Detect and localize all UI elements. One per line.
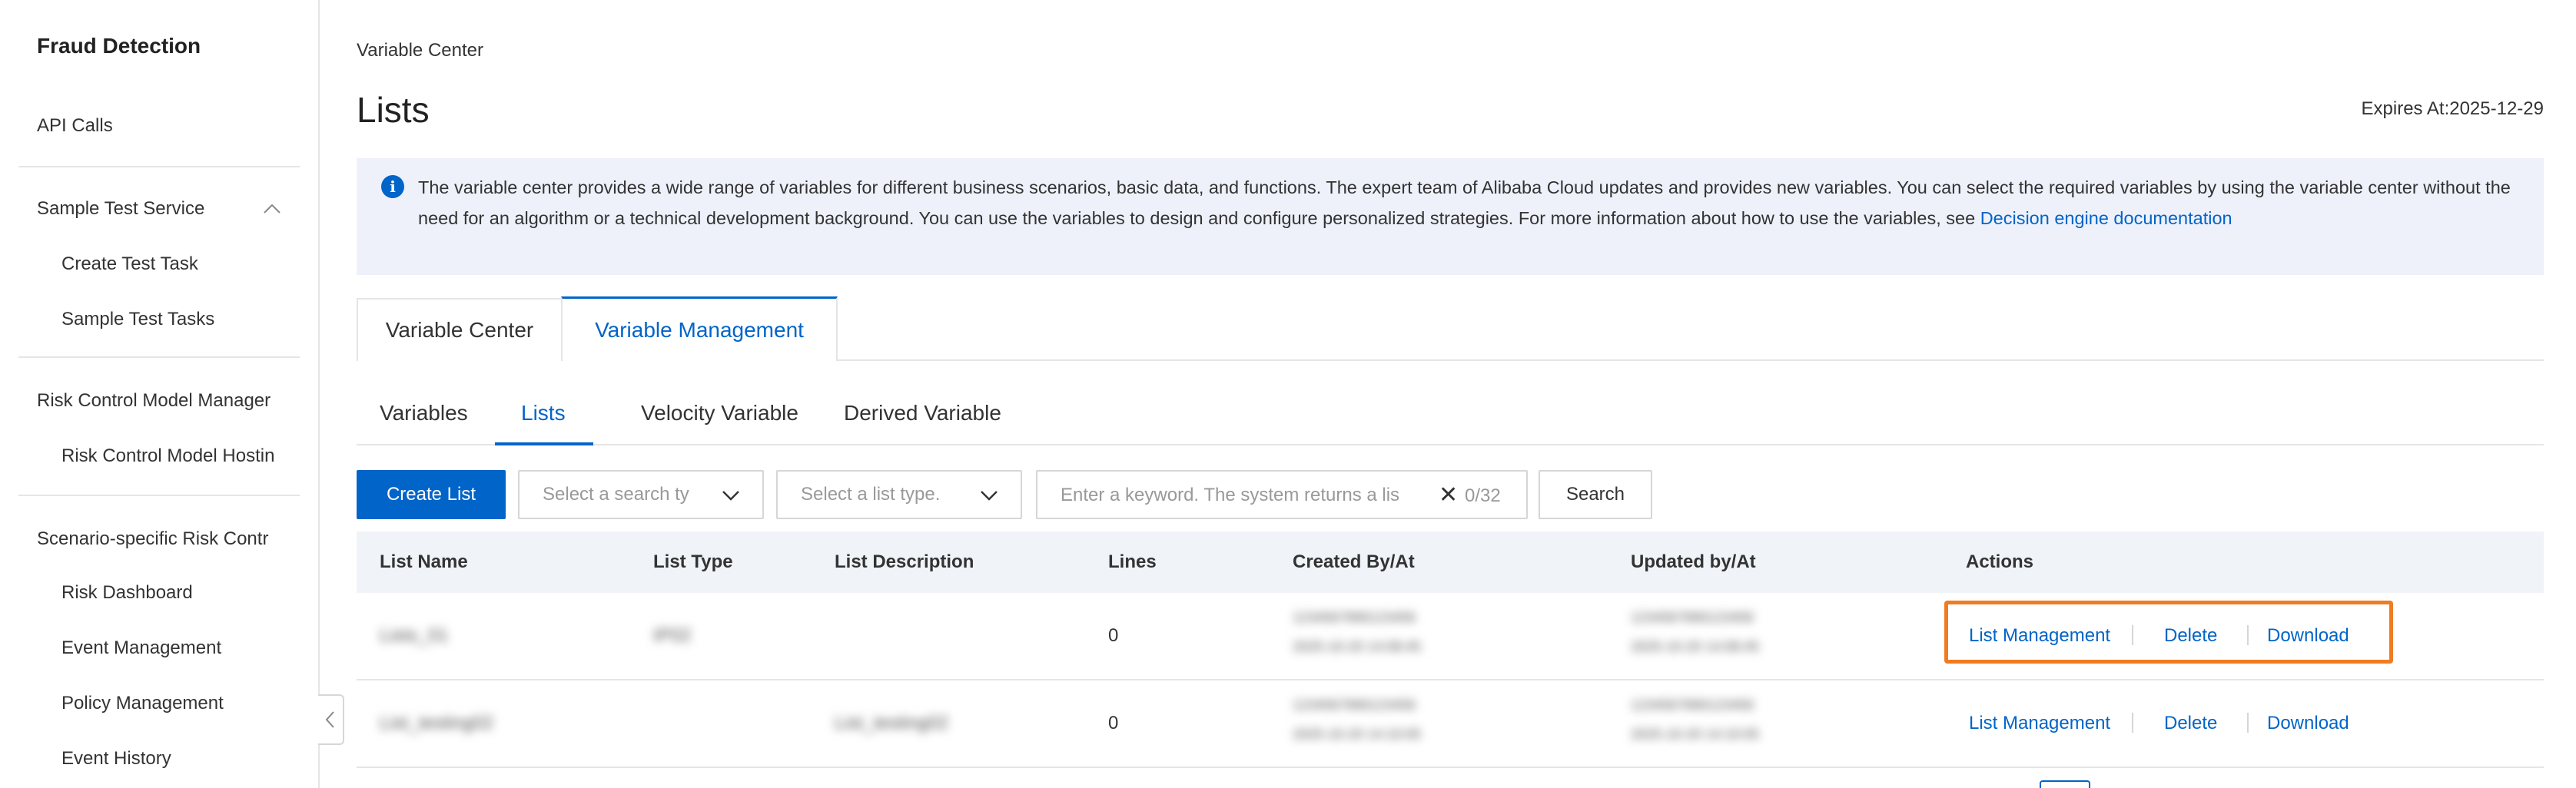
action-separator [2132,625,2133,645]
created-by-cell: 1234567890123456 [1293,697,1416,713]
keyword-char-count: 0/32 [1465,485,1501,506]
tab-variable-management[interactable]: Variable Management [561,296,838,361]
sidebar-divider [18,166,300,167]
col-updated-by-at: Updated by/At [1631,551,1756,572]
chevron-up-icon[interactable] [261,198,283,220]
active-tab-indicator [495,442,593,445]
sidebar-item-event-history[interactable]: Event History [61,748,171,770]
sidebar-item-risk-control-model-hosting[interactable]: Risk Control Model Hostin [61,445,283,467]
tab-variable-center[interactable]: Variable Center [357,298,563,361]
delete-link[interactable]: Delete [2164,625,2217,647]
tab-lists[interactable]: Lists [521,401,566,425]
info-icon: i [381,175,404,198]
table-row: List_testing02 List_testing02 0 12345678… [357,680,2544,768]
updated-at-cell: 2025-10-20 14:08:45 [1631,639,1760,654]
keyword-search-box: ✕ 0/32 [1036,470,1528,519]
create-list-button[interactable]: Create List [357,470,506,519]
notice-text: The variable center provides a wide rang… [418,172,2513,233]
lines-cell: 0 [1108,713,1119,733]
sidebar-divider [18,495,300,496]
sidebar: Fraud Detection API Calls Sample Test Se… [0,0,320,788]
sidebar-item-sample-test-tasks[interactable]: Sample Test Tasks [61,309,214,330]
sidebar-title: Fraud Detection [37,34,201,58]
col-created-by-at: Created By/At [1293,551,1415,572]
col-actions: Actions [1966,551,2034,572]
action-separator [2247,713,2249,733]
download-link[interactable]: Download [2267,625,2349,647]
chevron-down-icon [981,491,998,501]
updated-by-cell: 1234567890123456 [1631,697,1754,713]
col-lines: Lines [1108,551,1157,572]
tab-velocity-variable[interactable]: Velocity Variable [641,401,798,425]
tab-derived-variable[interactable]: Derived Variable [844,401,1001,425]
sidebar-item-policy-management[interactable]: Policy Management [61,693,224,714]
lines-cell: 0 [1108,625,1119,646]
created-at-cell: 2025-10-20 14:08:45 [1293,639,1422,654]
sidebar-item-risk-control-model-manager[interactable]: Risk Control Model Manager [37,390,283,412]
list-name-cell[interactable]: Lists_01 [380,625,448,647]
sidebar-item-sample-test-service[interactable]: Sample Test Service [37,198,204,220]
search-type-select[interactable]: Select a search ty [518,470,764,519]
list-management-link[interactable]: List Management [1969,625,2110,647]
list-name-cell[interactable]: List_testing02 [380,713,493,734]
created-at-cell: 2025-10-20 14:10:05 [1293,727,1422,742]
table-row: Lists_01 IP02 0 1234567890123456 2025-10… [357,593,2544,680]
keyword-input[interactable] [1061,481,1414,510]
decision-engine-doc-link[interactable]: Decision engine documentation [1980,208,2232,228]
main-content: Variable Center Lists Expires At:2025-12… [320,0,2576,788]
tab-variables[interactable]: Variables [380,401,468,425]
delete-link[interactable]: Delete [2164,713,2217,734]
expires-at: Expires At:2025-12-29 [2361,98,2544,119]
list-management-link[interactable]: List Management [1969,713,2110,734]
clear-icon[interactable]: ✕ [1439,484,1458,507]
pagination-button[interactable] [2040,780,2090,788]
sidebar-item-create-test-task[interactable]: Create Test Task [61,253,198,275]
list-type-select[interactable]: Select a list type. [776,470,1022,519]
chevron-down-icon [722,491,739,501]
sidebar-item-risk-dashboard[interactable]: Risk Dashboard [61,582,193,604]
updated-at-cell: 2025-10-20 14:10:05 [1631,727,1760,742]
sidebar-divider [18,356,300,358]
col-list-type: List Type [653,551,733,572]
download-link[interactable]: Download [2267,713,2349,734]
search-type-placeholder: Select a search ty [543,484,689,505]
info-notice: i The variable center provides a wide ra… [357,158,2544,275]
col-list-description: List Description [835,551,974,572]
table-header: List Name List Type List Description Lin… [357,531,2544,593]
sidebar-item-scenario-specific-risk-control[interactable]: Scenario-specific Risk Contr [37,528,283,550]
list-type-cell: IP02 [653,625,692,646]
list-type-placeholder: Select a list type. [801,484,941,505]
page-title: Lists [357,90,430,130]
action-separator [2247,625,2249,645]
sidebar-item-event-management[interactable]: Event Management [61,637,221,659]
sidebar-item-api-calls[interactable]: API Calls [37,115,113,137]
updated-by-cell: 1234567890123456 [1631,610,1754,625]
col-list-name: List Name [380,551,468,572]
sub-tabs: Variables Lists Velocity Variable Derive… [357,390,2544,445]
breadcrumb[interactable]: Variable Center [357,40,483,61]
created-by-cell: 1234567890123456 [1293,610,1416,625]
top-tabs: Variable Center Variable Management [357,296,2544,361]
list-description-cell: List_testing02 [835,713,949,733]
search-button[interactable]: Search [1539,470,1652,519]
action-separator [2132,713,2133,733]
